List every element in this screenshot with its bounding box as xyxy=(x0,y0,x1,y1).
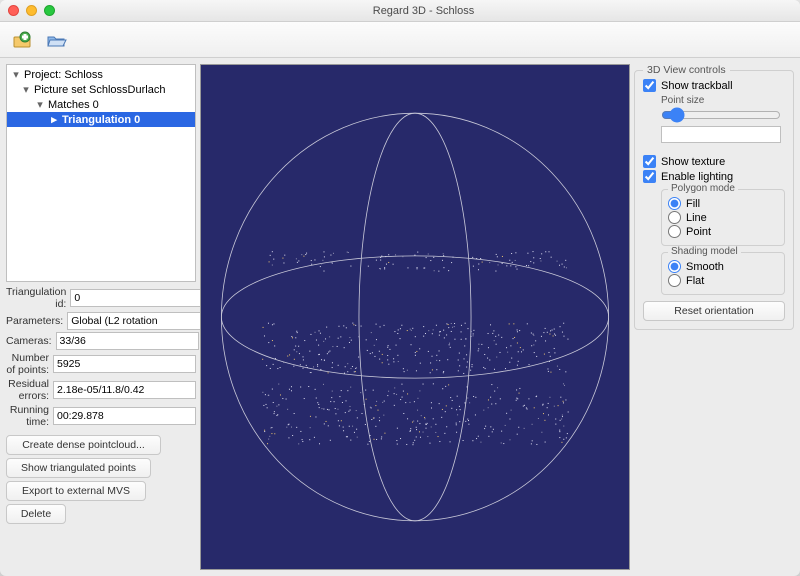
polymode-point-radio[interactable] xyxy=(668,225,681,238)
minimize-icon[interactable] xyxy=(26,5,37,16)
polymode-line-radio[interactable] xyxy=(668,211,681,224)
prop-label: Running time: xyxy=(6,404,49,428)
radio-label: Fill xyxy=(686,198,700,210)
view-controls-group: 3D View controls Show trackball Point si… xyxy=(634,70,794,330)
tree-root[interactable]: ▾Project: Schloss xyxy=(7,67,195,82)
trackball-checkbox[interactable] xyxy=(643,79,656,92)
titlebar: Regard 3D - Schloss xyxy=(0,0,800,22)
points-field[interactable] xyxy=(53,355,196,373)
tree-matches[interactable]: ▾Matches 0 xyxy=(7,97,195,112)
open-project-button[interactable] xyxy=(42,27,70,53)
polygon-mode-group: Polygon mode Fill Line Point xyxy=(661,189,785,246)
parameters-field[interactable] xyxy=(67,312,210,330)
checkbox-label: Show trackball xyxy=(661,80,733,92)
group-title: 3D View controls xyxy=(643,64,730,76)
tree-label: Matches 0 xyxy=(48,99,99,111)
reset-orientation-button[interactable]: Reset orientation xyxy=(643,301,785,321)
prop-label: Residual errors: xyxy=(6,378,49,402)
radio-label: Point xyxy=(686,226,711,238)
subgroup-title: Polygon mode xyxy=(668,183,738,194)
properties-panel: Triangulation id: Parameters: Cameras: N… xyxy=(6,286,196,428)
shading-smooth-radio[interactable] xyxy=(668,260,681,273)
window-title: Regard 3D - Schloss xyxy=(55,5,792,17)
shading-flat-radio[interactable] xyxy=(668,274,681,287)
left-panel: ▾Project: Schloss ▾Picture set SchlossDu… xyxy=(6,64,196,570)
runtime-field[interactable] xyxy=(53,407,196,425)
zoom-icon[interactable] xyxy=(44,5,55,16)
tree-triangulation[interactable]: ▸Triangulation 0 xyxy=(7,112,195,127)
action-buttons: Create dense pointcloud... Show triangul… xyxy=(6,435,196,524)
new-project-button[interactable] xyxy=(8,27,36,53)
prop-label: Parameters: xyxy=(6,315,63,327)
texture-checkbox[interactable] xyxy=(643,155,656,168)
close-icon[interactable] xyxy=(8,5,19,16)
polymode-fill-radio[interactable] xyxy=(668,197,681,210)
show-triangulated-button[interactable]: Show triangulated points xyxy=(6,458,151,478)
3d-viewport[interactable] xyxy=(200,64,630,570)
prop-label: Cameras: xyxy=(6,335,52,347)
pointsize-input[interactable] xyxy=(661,126,781,143)
tree-picture-set[interactable]: ▾Picture set SchlossDurlach xyxy=(7,82,195,97)
checkbox-label: Enable lighting xyxy=(661,171,733,183)
cameras-field[interactable] xyxy=(56,332,199,350)
checkbox-label: Show texture xyxy=(661,156,725,168)
radio-label: Flat xyxy=(686,275,704,287)
radio-label: Smooth xyxy=(686,261,724,273)
tree-label: Project: Schloss xyxy=(24,69,103,81)
prop-label: Triangulation id: xyxy=(6,286,66,310)
traffic-lights xyxy=(8,5,55,16)
create-dense-button[interactable]: Create dense pointcloud... xyxy=(6,435,161,455)
project-tree[interactable]: ▾Project: Schloss ▾Picture set SchlossDu… xyxy=(6,64,196,282)
right-panel: 3D View controls Show trackball Point si… xyxy=(634,64,794,570)
residual-field[interactable] xyxy=(53,381,196,399)
tree-label: Picture set SchlossDurlach xyxy=(34,84,165,96)
trackball-sphere-icon xyxy=(201,65,629,569)
lighting-checkbox[interactable] xyxy=(643,170,656,183)
app-window: Regard 3D - Schloss ▾Project: Schloss ▾P… xyxy=(0,0,800,576)
triangulation-id-field[interactable] xyxy=(70,289,213,307)
subgroup-title: Shading model xyxy=(668,246,741,257)
export-mvs-button[interactable]: Export to external MVS xyxy=(6,481,146,501)
pointsize-label: Point size xyxy=(661,95,785,106)
tree-label: Triangulation 0 xyxy=(62,114,140,126)
shading-model-group: Shading model Smooth Flat xyxy=(661,252,785,295)
content: ▾Project: Schloss ▾Picture set SchlossDu… xyxy=(0,58,800,576)
toolbar xyxy=(0,22,800,58)
radio-label: Line xyxy=(686,212,707,224)
pointsize-slider[interactable] xyxy=(661,107,781,123)
delete-button[interactable]: Delete xyxy=(6,504,66,524)
prop-label: Number of points: xyxy=(6,352,49,376)
